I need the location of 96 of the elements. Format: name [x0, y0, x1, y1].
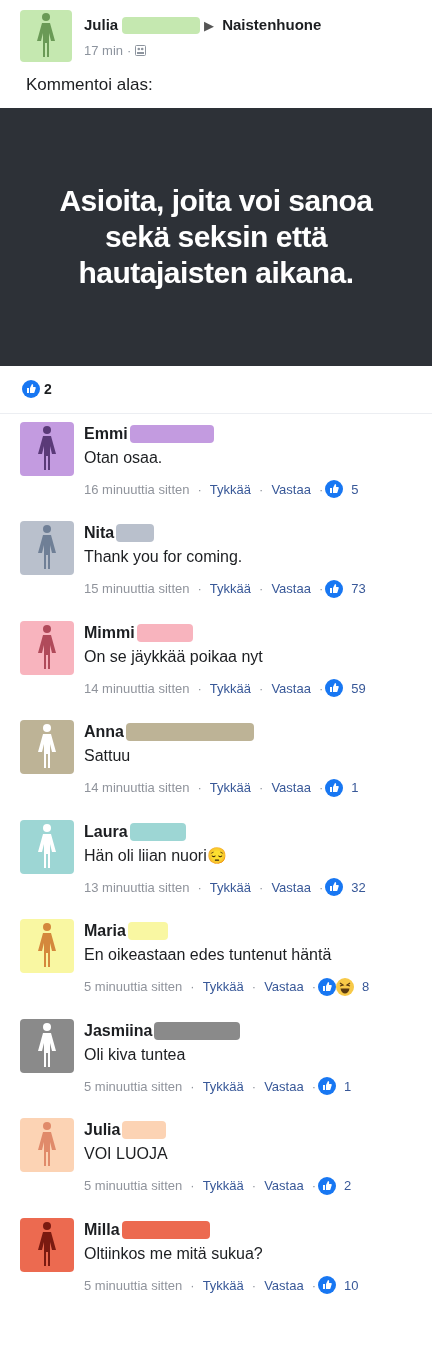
commenter-name[interactable]: Maria [84, 919, 126, 943]
commenter-name[interactable]: Anna [84, 720, 124, 744]
like-link[interactable]: Tykkää [209, 479, 252, 499]
redaction-bar [127, 922, 168, 940]
commenter-name[interactable]: Julia [84, 1118, 121, 1142]
reply-link[interactable]: Vastaa [264, 1275, 304, 1295]
reply-link[interactable]: Vastaa [271, 678, 311, 698]
thumbs-up-icon [325, 778, 344, 797]
thumbs-up-icon [325, 579, 344, 598]
comment-text: Hän oli liian nuori😔 [84, 845, 228, 866]
comment-text: Thank you for coming. [84, 547, 244, 567]
commenter-name[interactable]: Nita [84, 521, 115, 545]
reaction-count[interactable]: 8 [362, 977, 370, 997]
reaction-count[interactable]: 73 [351, 579, 366, 599]
like-link[interactable]: Tykkää [209, 678, 252, 698]
like-count[interactable]: 2 [44, 378, 52, 400]
reaction-count[interactable]: 10 [344, 1275, 359, 1295]
separator-dot: · [311, 1177, 316, 1195]
thumbs-up-icon [325, 878, 344, 897]
reply-link[interactable]: Vastaa [271, 579, 311, 599]
group-name[interactable]: Naistenhuone [222, 14, 322, 37]
arrow-icon: ▶ [204, 15, 215, 35]
reply-link[interactable]: Vastaa [271, 778, 311, 798]
separator-dot: · [259, 878, 264, 897]
group-icon [135, 44, 147, 56]
separator-dot: · [251, 1177, 257, 1195]
like-link[interactable]: Tykkää [209, 579, 252, 599]
reaction-count[interactable]: 1 [344, 1076, 352, 1096]
reply-link[interactable]: Vastaa [271, 479, 311, 499]
separator-dot: · [127, 41, 132, 60]
separator-dot: · [190, 1276, 195, 1295]
banner-text: Asioita, joita voi sanoa sekä seksin että hautajaisten aikana. [58, 182, 374, 291]
thumbs-up-icon [318, 1176, 336, 1195]
commenter-name[interactable]: Laura [84, 819, 128, 844]
commenter-name[interactable]: Mimmi [84, 620, 135, 645]
separator-dot: · [197, 878, 202, 897]
author-name[interactable]: Julia [84, 14, 119, 37]
separator-dot: · [197, 779, 202, 797]
separator-dot: · [311, 1276, 316, 1295]
reply-link[interactable]: Vastaa [271, 877, 311, 897]
reaction-count[interactable]: 1 [351, 778, 359, 798]
thumbs-up-icon [325, 480, 344, 499]
thumbs-up-icon [325, 679, 344, 698]
thumbs-up-icon [22, 380, 40, 398]
comment-text: Oltiinkos me mitä sukua? [84, 1243, 264, 1264]
separator-dot: · [197, 580, 202, 598]
separator-dot: · [197, 679, 202, 698]
separator-dot: · [259, 580, 264, 598]
comment-text: Oli kiva tuntea [84, 1044, 187, 1065]
reaction-count[interactable]: 5 [351, 479, 359, 499]
comment-text: En oikeastaan edes tuntenut häntä [84, 945, 333, 965]
separator-dot: · [190, 1177, 195, 1195]
like-link[interactable]: Tykkää [202, 1275, 244, 1295]
reply-link[interactable]: Vastaa [264, 1076, 304, 1096]
commenter-name[interactable]: Milla [84, 1217, 120, 1242]
separator-dot: · [251, 1077, 257, 1096]
like-link[interactable]: Tykkää [202, 1176, 244, 1196]
like-link[interactable]: Tykkää [202, 1076, 244, 1096]
post-text: Kommentoi alas: [25, 74, 154, 96]
separator-dot: · [259, 679, 264, 698]
commenter-name[interactable]: Jasmiina [84, 1018, 153, 1043]
separator-dot: · [190, 978, 195, 996]
separator-dot: · [318, 580, 324, 598]
thumbs-up-icon [318, 1276, 336, 1295]
separator-dot: · [259, 480, 264, 499]
redaction-bar [122, 1121, 167, 1139]
like-link[interactable]: Tykkää [209, 877, 252, 897]
reply-link[interactable]: Vastaa [264, 1176, 304, 1196]
redaction-bar [129, 822, 186, 841]
separator-dot: · [251, 978, 257, 996]
separator-dot: · [311, 1077, 316, 1096]
separator-dot: · [190, 1077, 195, 1096]
reaction-count[interactable]: 2 [344, 1176, 352, 1196]
reaction-count[interactable]: 32 [351, 877, 366, 897]
separator-dot: · [311, 978, 316, 996]
separator-dot: · [259, 779, 264, 797]
separator-dot: · [318, 878, 324, 897]
commenter-name[interactable]: Emmi [84, 421, 128, 446]
thumbs-up-icon [318, 1077, 336, 1096]
separator-dot: · [197, 480, 202, 499]
redaction-bar [116, 524, 155, 542]
comment-text: Otan osaa. [84, 447, 164, 468]
separator-dot: · [318, 679, 324, 698]
comment-text: VOI LUOJA [84, 1144, 169, 1164]
like-link[interactable]: Tykkää [202, 977, 244, 997]
separator-dot: · [251, 1276, 257, 1295]
redaction-bar [136, 623, 193, 642]
comment-text: On se jäykkää poikaa nyt [84, 646, 264, 667]
separator-dot: · [318, 480, 324, 499]
like-link[interactable]: Tykkää [209, 778, 252, 798]
reply-link[interactable]: Vastaa [264, 977, 304, 997]
thumbs-up-icon [318, 977, 336, 996]
comment-text: Sattuu [84, 746, 132, 766]
reaction-count[interactable]: 59 [351, 678, 366, 698]
separator-dot: · [318, 779, 324, 797]
laughing-face-icon [336, 977, 354, 996]
